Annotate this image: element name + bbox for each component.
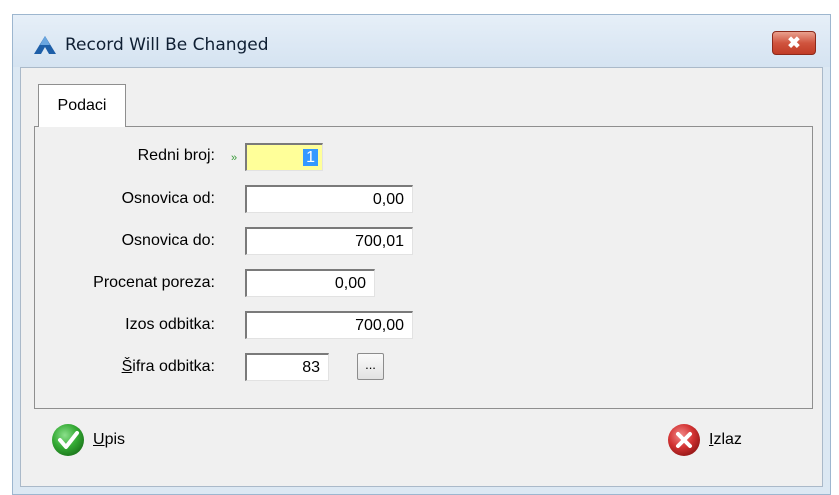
window-title: Record Will Be Changed	[65, 35, 269, 55]
title-bar[interactable]: Record Will Be Changed ✖	[13, 15, 830, 67]
redni-broj-label: Redni broj:	[137, 147, 215, 164]
redni-broj-value: 1	[303, 149, 318, 166]
green-check-icon	[52, 424, 84, 456]
tab-label: Podaci	[57, 97, 107, 114]
osnovica-do-field[interactable]: 700,01	[245, 227, 413, 255]
upis-button[interactable]: Upis	[51, 423, 125, 457]
upis-accesskey: U	[93, 431, 105, 448]
tab-podaci[interactable]: Podaci	[38, 84, 126, 127]
sifra-odbitka-field[interactable]: 83	[245, 353, 329, 381]
sifra-odbitka-accesskey: Š	[121, 358, 133, 375]
osnovica-od-field[interactable]: 0,00	[245, 185, 413, 213]
upis-label: pis	[104, 431, 126, 448]
osnovica-od-label: Osnovica od:	[121, 190, 215, 207]
close-button[interactable]: ✖	[772, 31, 816, 55]
close-icon: ✖	[787, 35, 801, 52]
procenat-poreza-field[interactable]: 0,00	[245, 269, 375, 297]
client-area: Podaci Redni broj: » 1 Osnovica od: 0,00…	[20, 67, 823, 487]
izlaz-button[interactable]: Izlaz	[667, 423, 742, 457]
current-field-marker: »	[231, 152, 238, 164]
izos-odbitka-label: Izos odbitka:	[125, 316, 215, 333]
red-x-icon	[668, 424, 700, 456]
osnovica-do-label: Osnovica do:	[121, 232, 215, 249]
app-logo-icon	[34, 36, 56, 54]
izos-odbitka-field[interactable]: 700,00	[245, 311, 413, 339]
sifra-odbitka-label: Šifra odbitka:	[15, 358, 215, 376]
dialog-window: Record Will Be Changed ✖ Podaci Redni br…	[12, 14, 831, 495]
tab-panel: Redni broj: » 1 Osnovica od: 0,00 Osnovi…	[34, 126, 813, 409]
procenat-poreza-label: Procenat poreza:	[93, 274, 215, 291]
izlaz-label: zlaz	[713, 431, 742, 448]
redni-broj-field[interactable]: 1	[245, 143, 323, 171]
sifra-odbitka-label-text: ifra odbitka:	[132, 358, 215, 375]
sifra-odbitka-browse-button[interactable]: ...	[357, 353, 384, 380]
